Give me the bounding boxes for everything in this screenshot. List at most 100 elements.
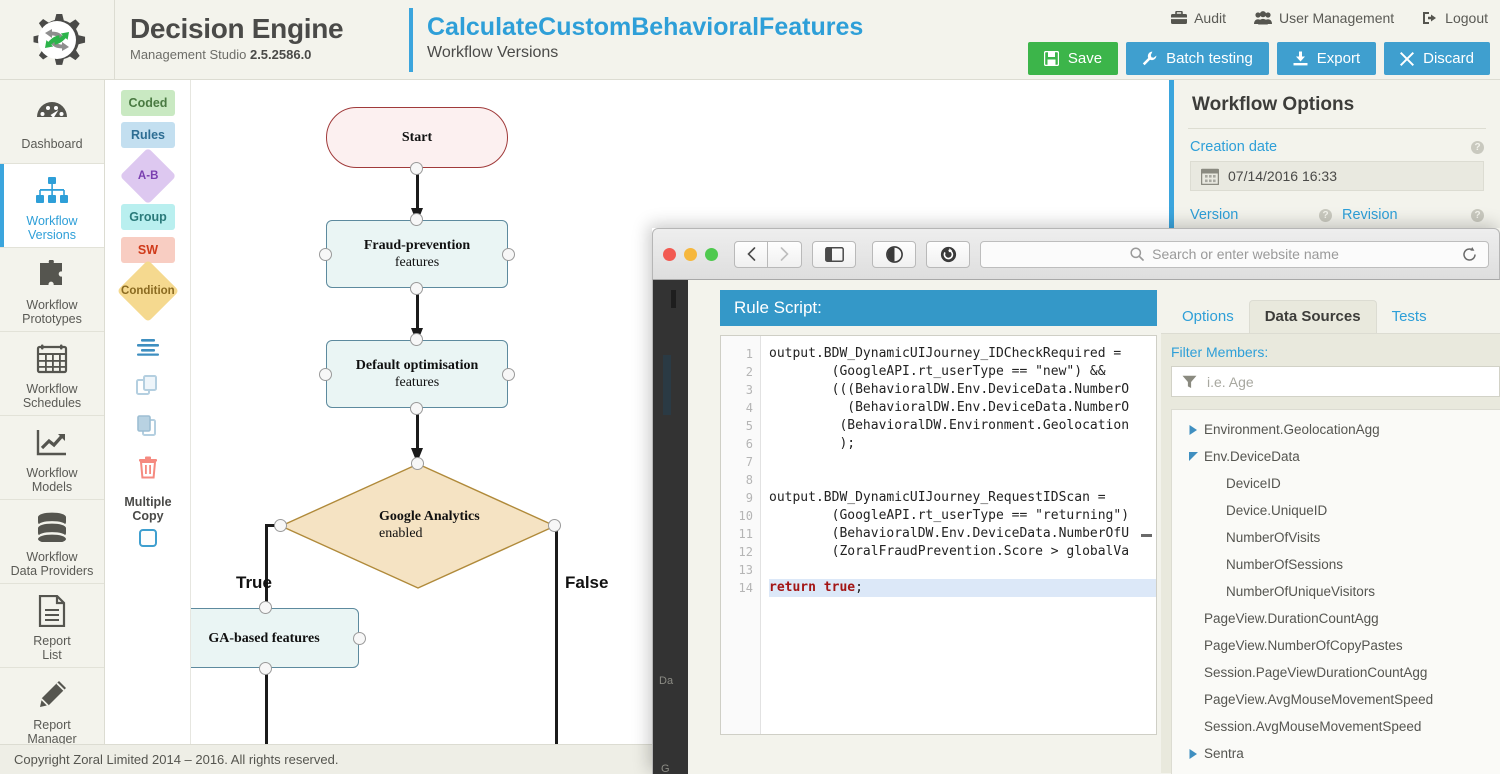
sidebar-item-report-manager[interactable]: Report Manager bbox=[0, 668, 104, 752]
pencil-icon bbox=[36, 678, 68, 712]
editor-resize-handle[interactable] bbox=[1141, 534, 1152, 537]
delete-tool[interactable] bbox=[106, 447, 190, 487]
data-source-item[interactable]: Device.UniqueID bbox=[1172, 497, 1500, 524]
chevron-right-icon bbox=[1182, 425, 1204, 435]
code-line-number: 7 bbox=[721, 453, 753, 471]
multiple-copy-checkbox[interactable] bbox=[139, 529, 157, 547]
minimize-window-button[interactable] bbox=[684, 248, 697, 261]
data-source-item[interactable]: PageView.AvgMouseMovementSpeed bbox=[1172, 686, 1500, 713]
palette-shape-group[interactable]: Group bbox=[106, 204, 190, 230]
node-port-top[interactable] bbox=[411, 457, 424, 470]
palette-shape-rules[interactable]: Rules bbox=[106, 122, 190, 148]
help-icon[interactable]: ? bbox=[1471, 141, 1484, 154]
node-port[interactable] bbox=[319, 368, 332, 381]
node-port[interactable] bbox=[353, 632, 366, 645]
maximize-window-button[interactable] bbox=[705, 248, 718, 261]
palette-shape-ab[interactable]: A-B bbox=[106, 155, 190, 197]
code-content[interactable]: output.BDW_DynamicUIJourney_IDCheckRequi… bbox=[761, 336, 1156, 734]
tab-tests[interactable]: Tests bbox=[1377, 301, 1442, 333]
node-ga-based-features[interactable]: GA-based features bbox=[191, 608, 359, 668]
data-source-item[interactable]: NumberOfUniqueVisitors bbox=[1172, 578, 1500, 605]
node-default-optimisation[interactable]: Default optimisation features bbox=[326, 340, 508, 408]
close-window-button[interactable] bbox=[663, 248, 676, 261]
palette-shape-coded[interactable]: Coded bbox=[106, 90, 190, 116]
refresh-button[interactable] bbox=[926, 241, 970, 268]
node-port-false[interactable] bbox=[548, 519, 561, 532]
node-port[interactable] bbox=[410, 333, 423, 346]
data-source-item[interactable]: PageView.DurationCountAgg bbox=[1172, 605, 1500, 632]
reader-button[interactable] bbox=[872, 241, 916, 268]
sidebar-item-report-list[interactable]: Report List bbox=[0, 584, 104, 668]
code-line: output.BDW_DynamicUIJourney_RequestIDSca… bbox=[769, 489, 1156, 507]
data-source-item[interactable]: PageView.NumberOfCopyPastes bbox=[1172, 632, 1500, 659]
data-source-item[interactable]: Sentra bbox=[1172, 740, 1500, 767]
data-source-item[interactable]: Session.PageViewDurationCountAgg bbox=[1172, 659, 1500, 686]
sidebar-item-workflow-models[interactable]: Workflow Models bbox=[0, 416, 104, 500]
palette-shape-diamond: A-B bbox=[120, 148, 177, 205]
audit-link[interactable]: Audit bbox=[1171, 10, 1226, 26]
data-source-item[interactable]: Session.AvgMouseMovementSpeed bbox=[1172, 713, 1500, 740]
brand: Decision Engine Management Studio 2.5.25… bbox=[130, 13, 343, 62]
data-source-item[interactable]: NumberOfSessions bbox=[1172, 551, 1500, 578]
tab-data-sources[interactable]: Data Sources bbox=[1249, 300, 1377, 333]
export-label: Export bbox=[1317, 50, 1360, 67]
node-port-true[interactable] bbox=[274, 519, 287, 532]
export-button[interactable]: Export bbox=[1277, 42, 1376, 75]
node-port[interactable] bbox=[410, 282, 423, 295]
palette-shape-sw[interactable]: SW bbox=[106, 237, 190, 263]
forward-button[interactable] bbox=[768, 241, 802, 268]
data-source-item[interactable]: Env.DeviceData bbox=[1172, 443, 1500, 470]
save-label: Save bbox=[1068, 50, 1102, 67]
align-tool[interactable] bbox=[106, 327, 190, 367]
tab-options[interactable]: Options bbox=[1167, 301, 1249, 333]
node-port[interactable] bbox=[259, 601, 272, 614]
duplicate-tool[interactable] bbox=[106, 367, 190, 407]
dark-sidebar-text-1: Da bbox=[659, 675, 673, 687]
node-label-bold: Fraud-prevention bbox=[364, 237, 470, 254]
line2: Models bbox=[32, 480, 72, 494]
sidebar-item-workflow-data-providers[interactable]: Workflow Data Providers bbox=[0, 500, 104, 584]
node-port[interactable] bbox=[410, 162, 423, 175]
reload-icon[interactable] bbox=[1461, 246, 1478, 263]
browser-window[interactable]: Search or enter website name Da G Rule S… bbox=[652, 228, 1500, 774]
data-source-item[interactable]: Environment.GeolocationAgg bbox=[1172, 416, 1500, 443]
user-management-link[interactable]: User Management bbox=[1254, 10, 1394, 26]
line1: Workflow bbox=[26, 550, 77, 564]
sidebar-item-workflow-versions[interactable]: Workflow Versions bbox=[0, 164, 104, 248]
data-source-item[interactable]: DeviceID bbox=[1172, 470, 1500, 497]
sidebar-item-workflow-schedules[interactable]: Workflow Schedules bbox=[0, 332, 104, 416]
node-port[interactable] bbox=[410, 213, 423, 226]
code-line-number: 9 bbox=[721, 489, 753, 507]
creation-date-input[interactable]: 07/14/2016 16:33 bbox=[1190, 161, 1484, 191]
save-button[interactable]: Save bbox=[1028, 42, 1118, 75]
logout-link[interactable]: Logout bbox=[1422, 10, 1488, 26]
code-editor[interactable]: 1234567891011121314 output.BDW_DynamicUI… bbox=[720, 335, 1157, 735]
sidebar-item-workflow-prototypes[interactable]: Workflow Prototypes bbox=[0, 248, 104, 332]
sidebar-item-label: Workflow Schedules bbox=[23, 382, 81, 410]
node-start[interactable]: Start bbox=[326, 107, 508, 168]
batch-testing-button[interactable]: Batch testing bbox=[1126, 42, 1269, 75]
logout-label: Logout bbox=[1445, 10, 1488, 26]
app-logo[interactable] bbox=[0, 0, 115, 80]
node-port[interactable] bbox=[502, 248, 515, 261]
palette-shape-condition[interactable]: Condition bbox=[106, 269, 190, 313]
node-port[interactable] bbox=[259, 662, 272, 675]
sidebar-toggle-button[interactable] bbox=[812, 241, 856, 268]
node-fraud-prevention[interactable]: Fraud-prevention features bbox=[326, 220, 508, 288]
help-icon[interactable]: ? bbox=[1319, 209, 1332, 222]
node-port[interactable] bbox=[410, 402, 423, 415]
url-bar[interactable]: Search or enter website name bbox=[980, 241, 1489, 268]
filter-members-input[interactable]: i.e. Age bbox=[1171, 366, 1500, 397]
discard-button[interactable]: Discard bbox=[1384, 42, 1490, 75]
page-content: Rule Script: 1234567891011121314 output.… bbox=[688, 280, 1500, 774]
decision-diamond-shape bbox=[279, 462, 557, 590]
back-button[interactable] bbox=[734, 241, 768, 268]
help-icon[interactable]: ? bbox=[1471, 209, 1484, 222]
node-google-analytics-decision[interactable]: Google Analytics enabled bbox=[279, 462, 557, 590]
data-source-item[interactable]: NumberOfVisits bbox=[1172, 524, 1500, 551]
sidebar-item-dashboard[interactable]: Dashboard bbox=[0, 80, 104, 164]
node-port[interactable] bbox=[319, 248, 332, 261]
node-port[interactable] bbox=[502, 368, 515, 381]
copy-tool[interactable] bbox=[106, 407, 190, 447]
data-sources-list[interactable]: Environment.GeolocationAggEnv.DeviceData… bbox=[1171, 409, 1500, 774]
